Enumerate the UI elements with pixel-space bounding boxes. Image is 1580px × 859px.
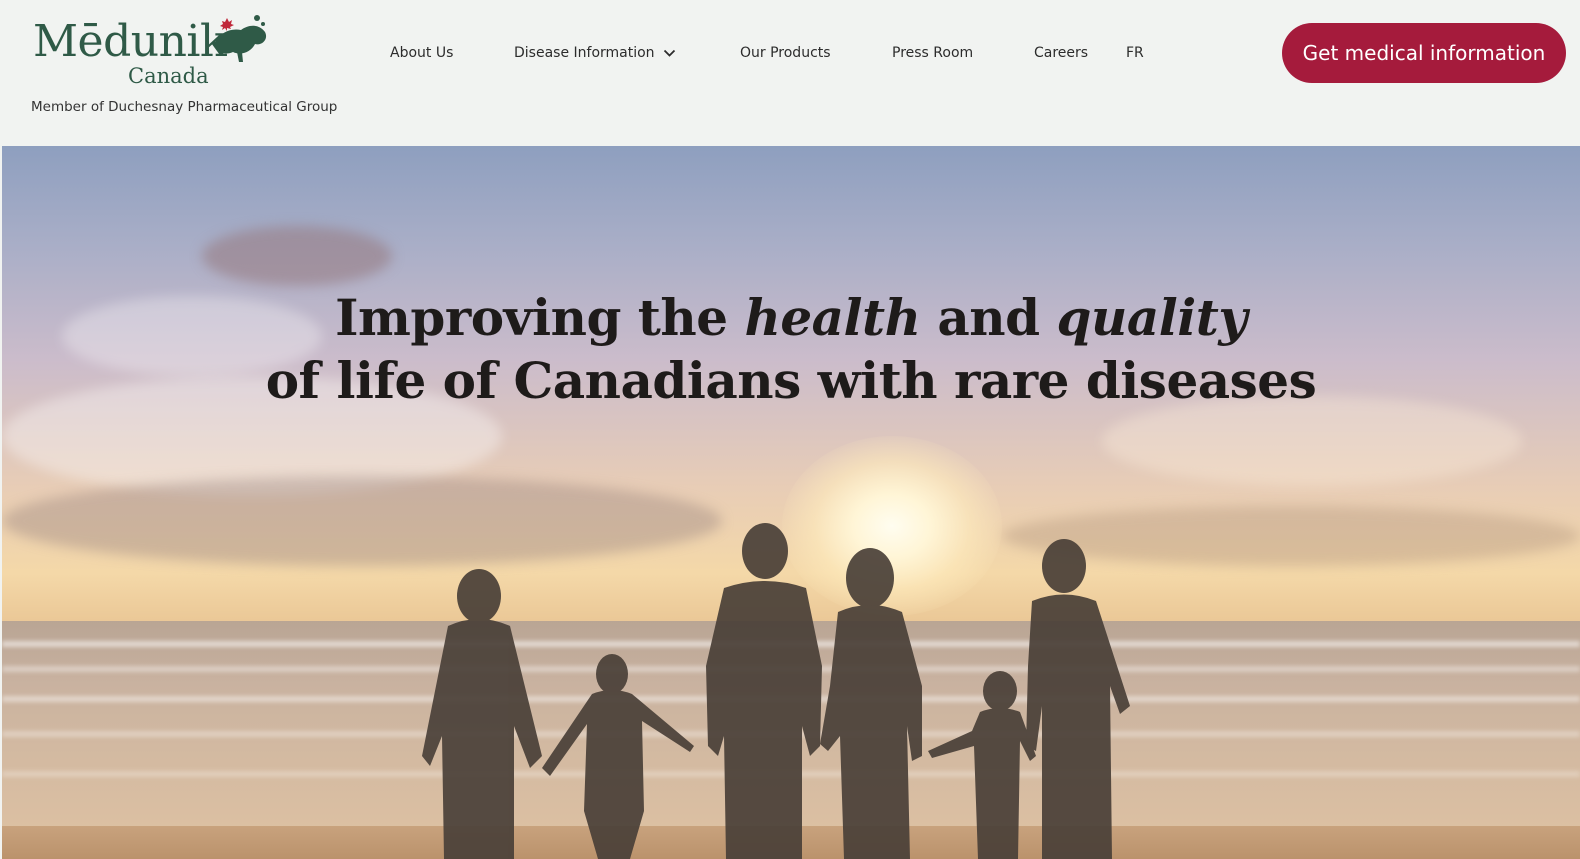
hero-banner: Improving the health and quality of life…: [2, 146, 1580, 859]
nav-press-room[interactable]: Press Room: [892, 45, 973, 61]
nav-careers[interactable]: Careers: [1034, 45, 1088, 61]
family-silhouette-image: [422, 523, 1130, 859]
headline-line2: of life of Canadians with rare diseases: [265, 351, 1317, 410]
logo-wordmark: Mēdunik: [33, 16, 227, 67]
headline-emphasis: health: [744, 288, 921, 347]
logo-sub: Canada: [128, 64, 209, 88]
tagline: Member of Duchesnay Pharmaceutical Group: [31, 99, 338, 115]
hero-headline: Improving the health and quality of life…: [2, 286, 1580, 412]
nav-disease-information[interactable]: Disease Information: [514, 45, 676, 61]
nav-label: Disease Information: [514, 45, 655, 61]
headline-emphasis: quality: [1056, 288, 1248, 347]
nav-about-us[interactable]: About Us: [390, 45, 453, 61]
nav-label: About Us: [390, 45, 454, 61]
nav-label: Press Room: [892, 45, 974, 61]
nav-label: Careers: [1034, 45, 1089, 61]
site-header: Mēdunik Canada Member of Duchesnay Pharm…: [0, 0, 1580, 146]
headline-part: and: [920, 288, 1057, 347]
tree-logo-icon: [215, 15, 267, 62]
nav-label: FR: [1126, 45, 1144, 61]
nav-label: Our Products: [740, 45, 831, 61]
nav-our-products[interactable]: Our Products: [740, 45, 831, 61]
headline-part: Improving the: [335, 288, 745, 347]
nav-language-fr[interactable]: FR: [1126, 45, 1144, 61]
get-medical-information-button[interactable]: Get medical information: [1282, 23, 1566, 83]
medunik-logo[interactable]: Mēdunik Canada: [31, 10, 281, 90]
chevron-down-icon: [663, 49, 675, 57]
